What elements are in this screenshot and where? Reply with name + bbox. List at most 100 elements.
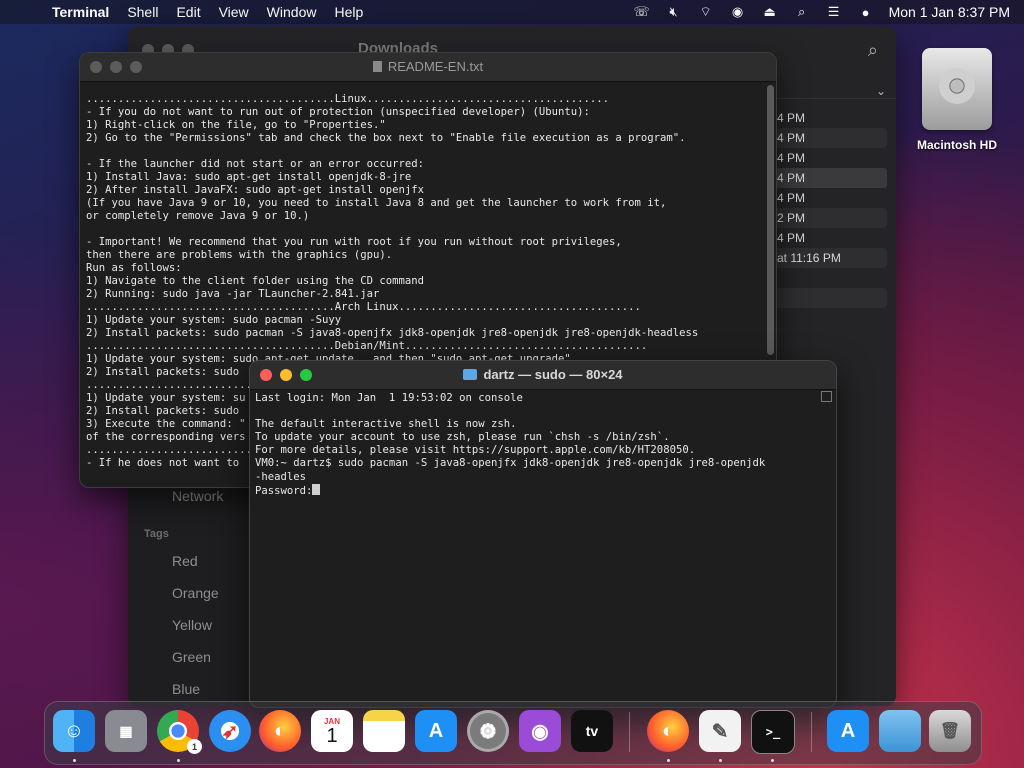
sidebar-item-network[interactable]: Network [172,488,223,504]
terminal-titlebar[interactable]: dartz — sudo — 80×24 [250,361,836,390]
eject-icon[interactable]: ⏏ [761,4,779,19]
textedit-icon[interactable]: ✎ [699,710,741,752]
macintosh-hd-desktop-icon[interactable]: Macintosh HD [905,48,1009,152]
text-line: 2) After install JavaFX: sudo apt-get in… [86,184,425,196]
system-preferences-icon[interactable]: ⚙ [467,710,509,752]
trash-icon[interactable]: 🗑︎ [929,710,971,752]
document-icon [372,61,382,72]
sidebar-tag-orange[interactable]: Orange [172,585,219,601]
menu-view[interactable]: View [219,4,249,20]
dock-separator [811,712,812,752]
text-line: or completely remove Java 9 or 10.) [86,210,310,222]
podcasts-icon[interactable]: ◉ [519,710,561,752]
readme-title-text: README-EN.txt [387,59,484,74]
dock: ☺ ▦ 1 ➶ ◐ JAN 1 A ⚙ ◉ tv ◐ ✎ >_ A 🗑︎ [44,701,982,765]
speaker-muted-icon[interactable]: 🔇︎ [665,4,683,19]
file-row-date[interactable]: 2 PM [773,208,887,228]
phone-icon[interactable]: ☏ [633,4,651,19]
terminal-line: VM0:~ dartz$ sudo pacman -S java8-openjf… [255,457,766,470]
file-row-empty [773,288,887,308]
terminal-title: dartz — sudo — 80×24 [250,367,836,382]
terminal-line: Last login: Mon Jan 1 19:53:02 on consol… [255,392,523,404]
menu-window[interactable]: Window [267,4,317,20]
finder-column-header [773,78,896,99]
folder-icon [463,369,478,380]
finder-icon[interactable]: ☺ [53,710,95,752]
sidebar-tag-yellow[interactable]: Yellow [172,617,212,633]
text-line: 1) Install Java: sudo apt-get install op… [86,171,412,183]
running-indicator [73,759,76,762]
file-row-date[interactable]: 4 PM [773,168,887,188]
terminal-icon[interactable]: >_ [751,710,795,754]
wifi-off-icon[interactable]: ⌔ [697,4,715,19]
text-line: Run as follows: [86,262,182,274]
text-line: then there are problems with the graphic… [86,249,393,261]
text-line: 1) Navigate to the client folder using t… [86,275,425,287]
file-row-date[interactable]: 4 PM [773,128,887,148]
file-row-date[interactable]: 4 PM [773,228,887,248]
terminal-line: For more details, please visit https://s… [255,444,696,457]
text-line [86,145,762,158]
text-line: 1) Right-click on the file, go to "Prope… [86,119,386,131]
file-row-date[interactable]: 4 PM [773,148,887,168]
text-line: .......................................L… [86,93,609,105]
menu-shell[interactable]: Shell [127,4,158,20]
chrome-icon[interactable]: 1 [157,710,202,754]
file-row-date[interactable]: 4 PM [773,108,887,128]
launchpad-icon[interactable]: ▦ [105,710,147,752]
menu-edit[interactable]: Edit [176,4,200,20]
password-prompt-line[interactable]: Password: [255,483,823,498]
tv-label: tv [585,723,599,739]
dock-separator [629,712,630,752]
menu-clock[interactable]: Mon 1 Jan 8:37 PM [889,4,1010,20]
menu-help[interactable]: Help [334,4,363,20]
text-line: .......................................A… [86,301,641,313]
readme-scrollbar[interactable] [767,85,774,355]
notification-badge: 1 [187,739,202,754]
safari-icon[interactable]: ➶ [209,710,251,752]
menu-bar: Terminal Shell Edit View Window Help ☏ 🔇… [0,0,1024,24]
search-icon[interactable]: ⌕ [793,4,811,19]
calendar-icon[interactable]: JAN 1 [311,710,353,752]
terminal-line: The default interactive shell is now zsh… [255,418,517,431]
terminal-line: To update your account to use zsh, pleas… [255,431,670,444]
terminal-output[interactable]: Last login: Mon Jan 1 19:53:02 on consol… [255,392,823,498]
file-row-date[interactable]: at 11:16 PM [773,248,887,268]
readme-title: README-EN.txt [80,59,776,74]
text-line: 1) Update your system: sudo pacman -Suyy [86,314,342,326]
control-center-icon[interactable]: ☰ [825,4,843,19]
text-line: 2) Go to the "Permissions" tab and check… [86,132,686,144]
text-line: 2) Install packets: sudo pacman -S java8… [86,327,699,339]
readme-titlebar[interactable]: README-EN.txt [80,53,776,82]
sidebar-tag-blue[interactable]: Blue [172,681,200,697]
password-prompt: Password: [255,484,313,497]
sidebar-tag-red[interactable]: Red [172,553,198,569]
sidebar-tag-green[interactable]: Green [172,649,211,665]
downloads-folder-icon[interactable] [879,710,921,752]
terminal-window[interactable]: dartz — sudo — 80×24 Last login: Mon Jan… [249,360,837,708]
file-row-date[interactable]: 4 PM [773,188,887,208]
siri-icon[interactable]: ● [857,5,875,20]
text-line: .......................................D… [86,340,648,352]
running-indicator [667,759,670,762]
firefox-icon[interactable]: ◐ [647,710,689,752]
file-row-empty [773,268,887,288]
hard-drive-icon[interactable] [922,48,992,130]
finder-search-icon[interactable]: ⌕ [868,40,878,61]
terminal-line: -headles [255,470,307,483]
text-line: - If you do not want to run out of prote… [86,106,590,118]
running-indicator [719,759,722,762]
text-line: 2) Running: sudo java -jar TLauncher-2.8… [86,288,380,300]
running-indicator [771,759,774,762]
app-store-folder-icon[interactable]: A [827,710,869,752]
menu-app-terminal[interactable]: Terminal [52,4,109,20]
finder-file-list: 4 PM 4 PM 4 PM 4 PM 4 PM 2 PM 4 PM at 11… [773,108,887,308]
user-icon[interactable]: ◉ [729,4,747,19]
firefox-icon[interactable]: ◐ [259,710,301,752]
apple-tv-icon[interactable]: tv [571,710,613,752]
app-store-icon[interactable]: A [415,710,457,752]
sidebar-tags-header: Tags [144,528,169,540]
notes-icon[interactable] [363,710,405,752]
status-area: ☏ 🔇︎ ⌔ ◉ ⏏ ⌕ ☰ ● Mon 1 Jan 8:37 PM [633,0,1010,24]
